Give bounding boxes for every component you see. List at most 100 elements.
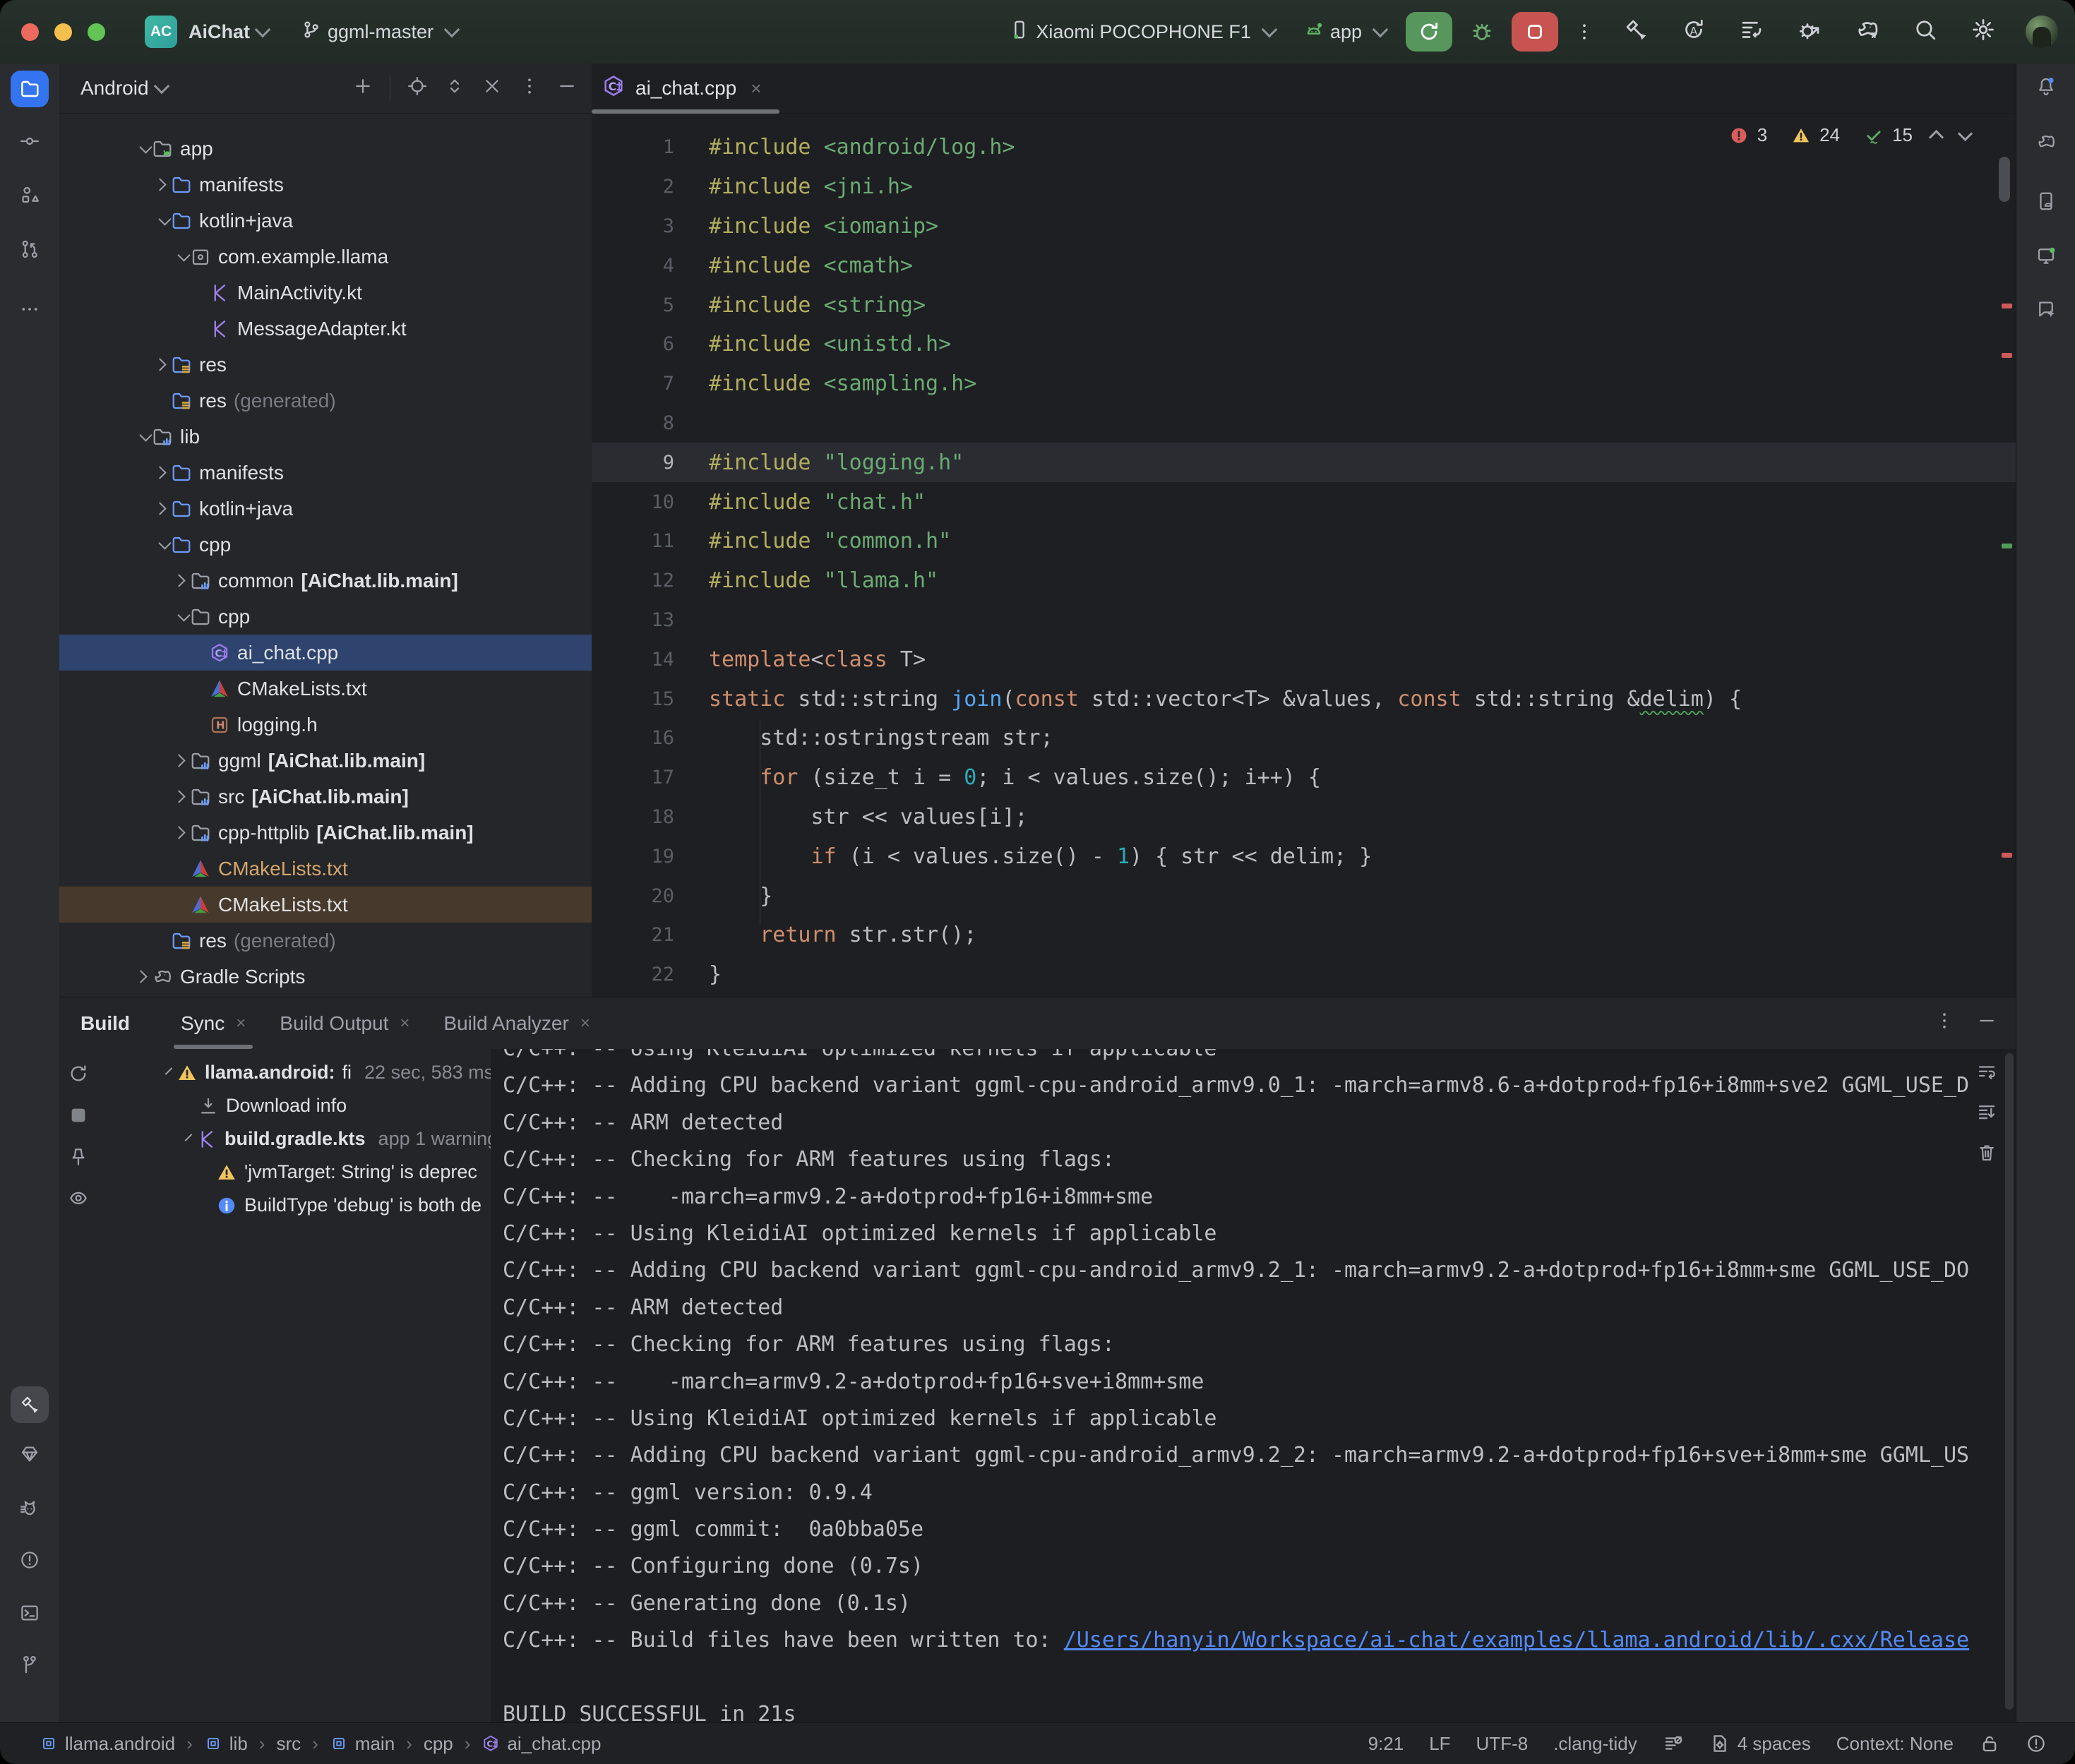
breadcrumb-main[interactable]: main (330, 1733, 395, 1755)
code-line-14[interactable]: 14template<class T> (592, 640, 2016, 679)
status-caret-position[interactable]: 9:21 (1368, 1733, 1404, 1755)
build-console[interactable]: C/C++: -- Using KleidiAI optimized kerne… (491, 1049, 2016, 1722)
more-vertical-button[interactable] (519, 76, 540, 102)
user-avatar[interactable] (2026, 16, 2058, 48)
code-line-7[interactable]: 7#include <sampling.h> (592, 364, 2016, 404)
chevron-right-icon[interactable] (148, 360, 171, 369)
tree-item-cmakelists-txt[interactable]: CMakeLists.txt (59, 671, 592, 707)
chevron-right-icon[interactable] (148, 504, 171, 513)
clear-all-button[interactable] (1976, 1142, 1997, 1167)
tree-item-gradle-scripts[interactable]: Gradle Scripts (59, 959, 592, 995)
collapse-all-button[interactable] (482, 76, 503, 102)
tool-strip-device-manager[interactable] (2027, 183, 2065, 220)
console-link[interactable]: /Users/hanyin/Workspace/ai-chat/examples… (1064, 1628, 1969, 1652)
build-tab-sync[interactable]: Sync× (164, 997, 263, 1049)
tree-item-manifests[interactable]: manifests (59, 455, 592, 491)
code-line-9[interactable]: 9#include "logging.h" (592, 443, 2016, 482)
tree-item-app[interactable]: app (59, 131, 592, 167)
previous-problem-icon[interactable] (1929, 130, 1944, 145)
close-tab-icon[interactable]: × (236, 1014, 246, 1033)
soft-wrap-button[interactable] (1976, 1062, 1997, 1086)
tree-item-logging-h[interactable]: Hlogging.h (59, 707, 592, 743)
status-encoding[interactable]: UTF-8 (1476, 1733, 1529, 1755)
search-button[interactable] (1913, 17, 1938, 47)
tree-item-common[interactable]: common[AiChat.lib.main] (59, 563, 592, 599)
code-line-17[interactable]: 17 for (size_t i = 0; i < values.size();… (592, 758, 2016, 798)
build-tree-item[interactable]: llama.android: fi22 sec, 583 ms (59, 1056, 491, 1089)
status-context[interactable]: Context: None (1836, 1733, 1954, 1755)
code-line-20[interactable]: 20 } (592, 876, 2016, 916)
tree-item-cmakelists-txt[interactable]: CMakeLists.txt (59, 887, 592, 923)
attach-debugger-button[interactable] (1797, 17, 1822, 47)
tree-item-manifests[interactable]: manifests (59, 167, 592, 203)
hide-button[interactable] (556, 76, 578, 102)
tool-strip-gemini[interactable] (2027, 291, 2065, 328)
tool-strip-commit[interactable] (11, 123, 49, 160)
tree-item-cpp-httplib[interactable]: cpp-httplib[AiChat.lib.main] (59, 815, 592, 851)
chevron-right-icon[interactable] (167, 828, 190, 837)
chevron-right-icon[interactable] (129, 972, 152, 981)
gradle-sync-button[interactable] (1855, 17, 1880, 47)
rerun-button[interactable] (1406, 12, 1452, 52)
tool-strip-terminal[interactable] (11, 1595, 49, 1631)
minimize-window-button[interactable] (54, 23, 72, 41)
tool-strip-build-hammer[interactable] (11, 1386, 49, 1423)
tool-strip-more[interactable] (11, 291, 49, 328)
breadcrumb-src[interactable]: src (276, 1733, 301, 1755)
code-line-3[interactable]: 3#include <iomanip> (592, 207, 2016, 246)
tool-strip-structure[interactable] (11, 176, 49, 213)
chevron-down-icon[interactable] (165, 1067, 173, 1075)
zoom-window-button[interactable] (88, 23, 105, 41)
status-formatter[interactable] (1663, 1733, 1684, 1754)
build-tree-item[interactable]: BuildType 'debug' is both de (59, 1189, 491, 1222)
status-clang-tidy[interactable]: .clang-tidy (1553, 1733, 1637, 1755)
branch-selector[interactable]: ggml-master (301, 19, 458, 45)
build-tree-item[interactable]: build.gradle.ktsapp 1 warning (59, 1122, 491, 1156)
hide-button[interactable] (1976, 1010, 1997, 1036)
tool-strip-app-quality-insights[interactable] (11, 1436, 49, 1472)
tool-strip-pull-requests[interactable] (11, 231, 49, 268)
tree-item-kotlin-java[interactable]: kotlin+java (59, 491, 592, 527)
close-tab-icon[interactable]: × (751, 78, 761, 100)
tree-item-cpp[interactable]: cpp (59, 599, 592, 635)
tool-strip-project-folder[interactable] (11, 71, 49, 107)
close-window-button[interactable] (21, 23, 39, 41)
tree-item-res[interactable]: res(generated) (59, 383, 592, 419)
status-notifications-status[interactable] (2026, 1733, 2047, 1754)
run-configuration-selector[interactable]: app (1303, 19, 1386, 45)
code-line-13[interactable]: 13 (592, 601, 2016, 640)
breadcrumb-ai-chat-cpp[interactable]: Cai_chat.cpp (482, 1733, 601, 1755)
project-selector[interactable]: AiChat (189, 21, 250, 43)
build-tab-build-analyzer[interactable]: Build Analyzer× (426, 997, 606, 1049)
project-tree[interactable]: appmanifestskotlin+javacom.example.llama… (59, 114, 592, 996)
tree-item-com-example-llama[interactable]: com.example.llama (59, 239, 592, 275)
chevron-right-icon[interactable] (148, 180, 171, 189)
more-vertical-icon[interactable] (1574, 21, 1595, 42)
tree-item-mainactivity-kt[interactable]: MainActivity.kt (59, 275, 592, 311)
close-tab-icon[interactable]: × (400, 1014, 409, 1033)
tree-item-messageadapter-kt[interactable]: MessageAdapter.kt (59, 311, 592, 347)
tool-strip-logcat[interactable] (11, 1490, 49, 1527)
code-line-4[interactable]: 4#include <cmath> (592, 246, 2016, 285)
build-tree-item[interactable]: Download info (59, 1089, 491, 1122)
tool-strip-running-devices[interactable] (2027, 237, 2065, 274)
tree-item-ggml[interactable]: ggml[AiChat.lib.main] (59, 743, 592, 779)
code-area[interactable]: 1#include <android/log.h>2#include <jni.… (592, 114, 2016, 1012)
stop-button[interactable] (1512, 12, 1558, 52)
tree-item-cpp[interactable]: cpp (59, 527, 592, 563)
chevron-right-icon[interactable] (167, 576, 190, 585)
editor-scrollbar[interactable] (1999, 157, 2010, 202)
tree-item-res[interactable]: res(generated) (59, 923, 592, 959)
chevron-down-icon[interactable] (129, 433, 152, 440)
code-line-18[interactable]: 18 str << values[i]; (592, 798, 2016, 837)
tool-strip-version-control[interactable] (11, 1646, 49, 1683)
status-line-separator[interactable]: LF (1429, 1733, 1450, 1755)
build-tab-build-output[interactable]: Build Output× (263, 997, 426, 1049)
tool-strip-notifications[interactable] (2027, 68, 2065, 104)
breadcrumb-llama-android[interactable]: llama.android (40, 1733, 175, 1755)
code-line-8[interactable]: 8 (592, 404, 2016, 443)
console-scrollbar[interactable] (2005, 1053, 2014, 1710)
code-line-21[interactable]: 21 return str.str(); (592, 916, 2016, 955)
status-indent[interactable]: 4 spaces (1709, 1733, 1811, 1755)
breadcrumb-cpp[interactable]: cpp (424, 1733, 453, 1755)
